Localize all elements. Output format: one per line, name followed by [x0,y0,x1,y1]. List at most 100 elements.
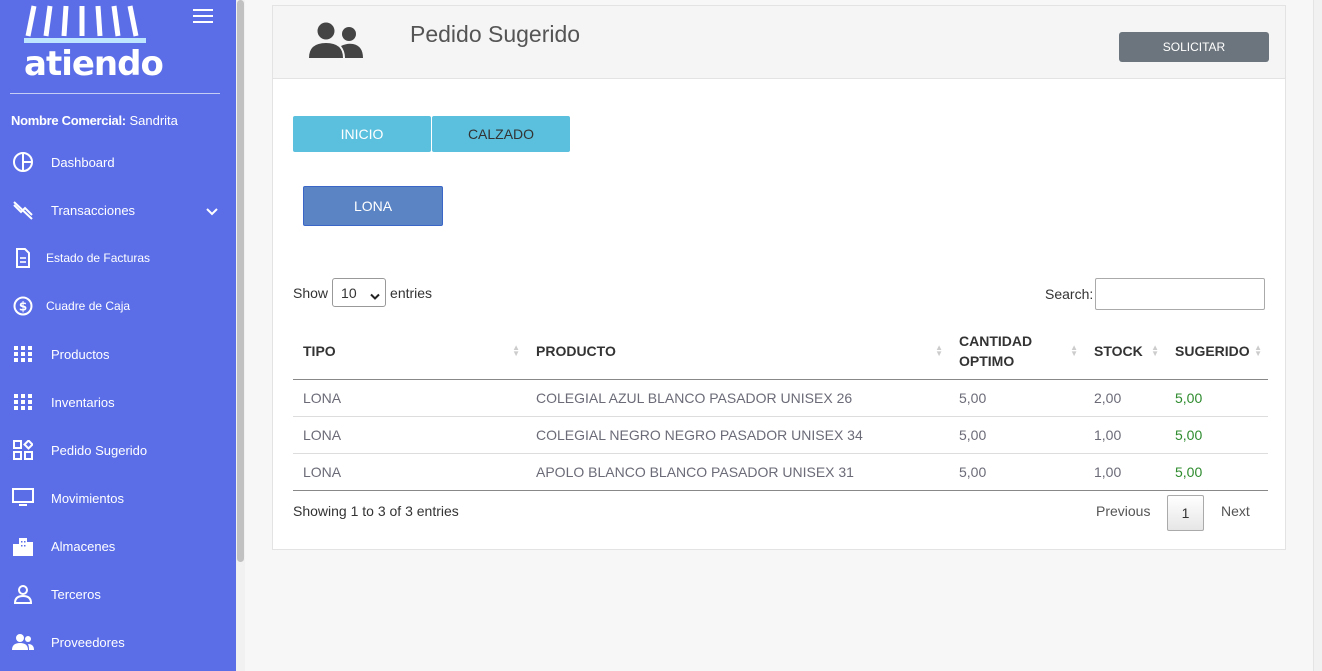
sidebar-item-label: Dashboard [51,154,115,170]
people-icon [12,631,34,653]
page-size-select[interactable]: 10 [332,278,387,307]
column-header-cantidad-optimo[interactable]: CANTIDAD OPTIMO ▲ ▼ [949,324,1084,380]
sidebar-item-label: Estado de Facturas [46,251,151,265]
show-label: Show [293,284,329,301]
column-label: STOCK [1094,343,1143,360]
search-input[interactable] [1095,278,1266,310]
cell-tipo: LONA [293,453,526,491]
sidebar-item-cuadre-caja[interactable]: $ Cuadre de Caja [0,286,235,326]
svg-text:$: $ [19,300,27,314]
sidebar: atiendo Nombre Comercial: Sandrita Dashb… [0,0,245,671]
sidebar-item-productos[interactable]: Productos [0,334,235,374]
menu-toggle-icon[interactable] [193,9,213,23]
main-card: Pedido Sugerido SOLICITAR INICIO CALZADO… [272,5,1286,550]
sort-icon: ▲ ▼ [1151,343,1159,358]
page-scrollbar[interactable] [1313,0,1322,671]
sidebar-item-label: Transacciones [51,202,136,218]
divider [10,93,220,94]
sidebar-item-almacenes[interactable]: Almacenes [0,526,235,566]
cell-stock: 1,00 [1084,453,1165,491]
dollar-icon: $ [12,295,34,317]
table-row: LONA APOLO BLANCO BLANCO PASADOR UNISEX … [293,453,1268,491]
sidebar-item-label: Proveedores [51,634,125,650]
sidebar-item-label: Inventarios [51,394,115,410]
table-row: LONA COLEGIAL NEGRO NEGRO PASADOR UNISEX… [293,416,1268,454]
search-control: Search: [1045,278,1266,310]
sidebar-item-transacciones[interactable]: Transacciones [0,190,235,230]
pagination-previous[interactable]: Previous [1096,503,1150,519]
table-header-row: TIPO ▲ ▼ PRODUCTO ▲ ▼ CANTIDAD OPTIMO ▲ ▼ STOC… [293,324,1268,380]
table-info: Showing 1 to 3 of 3 entries [293,503,459,519]
sidebar-item-label: Pedido Sugerido [51,442,148,458]
sidebar-scrollbar-thumb[interactable] [237,0,244,562]
sort-icon: ▲ ▼ [1070,343,1078,358]
suggested-order-table: TIPO ▲ ▼ PRODUCTO ▲ ▼ CANTIDAD OPTIMO ▲ ▼ STOC… [293,324,1268,491]
pagination-next[interactable]: Next [1221,503,1250,519]
page-size-value: 10 [341,284,357,301]
sidebar-item-movimientos[interactable]: Movimientos [0,478,235,518]
breadcrumb-inicio[interactable]: INICIO [293,116,431,152]
category-lona-button[interactable]: LONA [303,186,443,226]
commercial-label: Nombre Comercial: [11,113,126,128]
cell-sugerido: 5,00 [1165,416,1268,454]
sidebar-item-label: Terceros [51,586,101,602]
card-header: Pedido Sugerido SOLICITAR [273,6,1285,79]
building-icon [12,535,34,557]
cell-sugerido: 5,00 [1165,453,1268,491]
chevron-down-icon [206,203,218,221]
column-label: CANTIDAD OPTIMO [959,333,1033,370]
commercial-value: Sandrita [129,113,178,128]
cell-sugerido: 5,00 [1165,379,1268,417]
sidebar-item-estado-facturas[interactable]: Estado de Facturas [0,238,235,278]
column-header-sugerido[interactable]: SUGERIDO ▲ ▼ [1165,324,1268,380]
sort-icon: ▲ ▼ [1254,343,1262,358]
dashboard-icon [12,151,34,173]
solicitar-button[interactable]: SOLICITAR [1119,32,1269,62]
sort-icon: ▲ ▼ [935,343,943,358]
cell-producto: COLEGIAL NEGRO NEGRO PASADOR UNISEX 34 [526,416,949,454]
grid-icon [12,391,34,413]
column-label: PRODUCTO [536,343,616,360]
cell-stock: 2,00 [1084,379,1165,417]
search-label: Search: [1045,286,1094,302]
column-header-producto[interactable]: PRODUCTO ▲ ▼ [526,324,949,380]
sidebar-item-label: Productos [51,346,110,362]
commercial-name: Nombre Comercial: Sandrita [11,113,178,128]
monitor-icon [12,487,34,509]
table-row: LONA COLEGIAL AZUL BLANCO PASADOR UNISEX… [293,379,1268,417]
cell-producto: COLEGIAL AZUL BLANCO PASADOR UNISEX 26 [526,379,949,417]
cell-cantidad: 5,00 [949,379,1084,417]
cell-producto: APOLO BLANCO BLANCO PASADOR UNISEX 31 [526,453,949,491]
sidebar-item-inventarios[interactable]: Inventarios [0,382,235,422]
sidebar-item-proveedores[interactable]: Proveedores [0,622,235,662]
sidebar-item-pedido-sugerido[interactable]: Pedido Sugerido [0,430,235,470]
sidebar-item-label: Movimientos [51,490,124,506]
cell-tipo: LONA [293,379,526,417]
column-header-stock[interactable]: STOCK ▲ ▼ [1084,324,1165,380]
sidebar-item-label: Cuadre de Caja [46,299,131,313]
entries-label: entries [390,284,433,301]
grid-icon [12,343,34,365]
cell-cantidad: 5,00 [949,416,1084,454]
invoice-icon [12,247,34,269]
brand-wordmark: atiendo [24,44,164,84]
breadcrumb-calzado[interactable]: CALZADO [432,116,570,152]
users-icon [309,21,363,64]
column-label: SUGERIDO [1175,343,1250,360]
column-label: TIPO [303,343,336,360]
sidebar-item-label: Almacenes [51,538,116,554]
sidebar-scrollbar[interactable] [236,0,245,671]
person-icon [12,583,34,605]
pagination-page-1[interactable]: 1 [1167,495,1204,531]
column-header-tipo[interactable]: TIPO ▲ ▼ [293,324,526,380]
cell-tipo: LONA [293,416,526,454]
sidebar-item-dashboard[interactable]: Dashboard [0,142,235,182]
cell-stock: 1,00 [1084,416,1165,454]
sidebar-item-terceros[interactable]: Terceros [0,574,235,614]
sort-icon: ▲ ▼ [512,343,520,358]
transactions-icon [12,199,34,221]
cell-cantidad: 5,00 [949,453,1084,491]
widgets-icon [12,439,34,461]
chevron-down-icon [370,288,380,304]
page-size-control: Show 10 entries [293,278,432,307]
